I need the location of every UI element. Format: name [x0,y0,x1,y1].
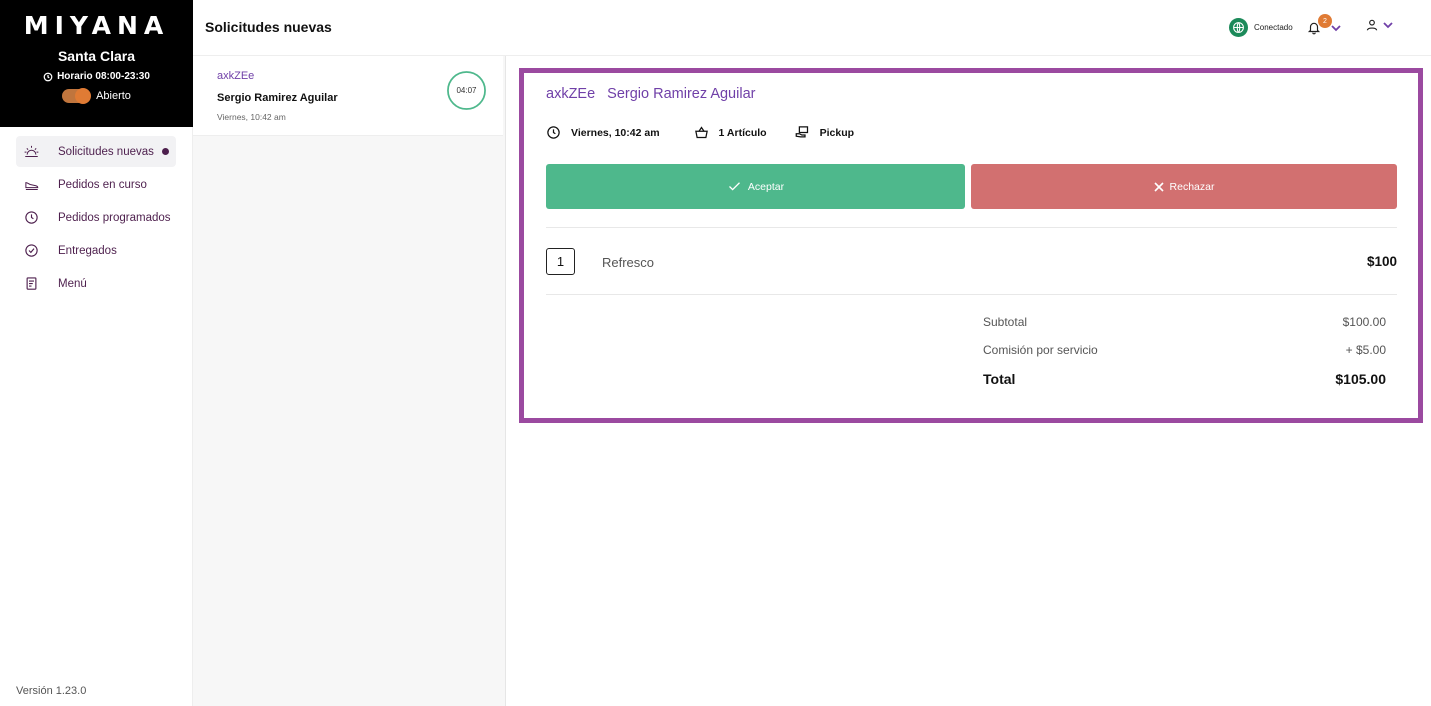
subtotal-row: Subtotal $100.00 [983,315,1386,329]
divider [546,294,1397,295]
sidebar-item-label: Entregados [58,244,117,257]
top-header: Solicitudes nuevas Conectado 2 [193,0,1431,56]
order-title: axkZEe Sergio Ramirez Aguilar [546,86,755,102]
reject-label: Rechazar [1169,180,1215,193]
order-code: axkZEe [546,86,596,102]
open-toggle[interactable] [62,88,92,104]
pickup-hand-icon [795,126,808,138]
logo: MIYANA [23,11,170,40]
menu-book-icon [23,276,39,292]
unread-dot [162,148,169,155]
sidebar: MIYANA Santa Clara Horario 08:00-23:30 A… [0,0,193,706]
notifications-button[interactable]: 2 [1307,14,1347,38]
clock-icon [547,126,560,139]
sidebar-nav: Solicitudes nuevas Pedidos en curso Pedi… [0,127,192,299]
sidebar-item-label: Pedidos en curso [58,178,147,191]
brand-panel: MIYANA Santa Clara Horario 08:00-23:30 A… [0,0,193,127]
hours-label: Horario 08:00-23:30 [57,71,150,82]
order-code: axkZEe [217,70,255,82]
basket-icon [694,126,708,139]
order-time: Viernes, 10:42 am [217,112,286,122]
articles-count: 1 Artículo [718,126,767,139]
clock-icon [23,210,39,226]
sidebar-item-entregados[interactable]: Entregados [16,235,176,266]
status-label: Conectado [1254,23,1293,32]
customer-name: Sergio Ramirez Aguilar [607,86,756,102]
sidebar-item-label: Solicitudes nuevas [58,145,154,158]
close-icon [1153,181,1164,192]
store-hours: Horario 08:00-23:30 [0,71,193,82]
sidebar-item-solicitudes-nuevas[interactable]: Solicitudes nuevas [16,136,176,167]
clock-icon [43,72,53,81]
reject-button[interactable]: Rechazar [971,164,1397,209]
subtotal-label: Subtotal [983,315,1028,329]
fee-label: Comisión por servicio [983,343,1098,357]
open-label: Abierto [96,90,131,102]
meta-delivery: Pickup [795,125,854,140]
total-label: Total [983,371,1016,387]
sidebar-item-label: Menú [58,277,87,290]
order-card[interactable]: axkZEe Sergio Ramirez Aguilar Viernes, 1… [193,56,503,136]
order-detail-card: axkZEe Sergio Ramirez Aguilar Viernes, 1… [519,68,1423,423]
order-datetime: Viernes, 10:42 am [571,126,660,139]
open-status: Abierto [0,88,193,104]
sidebar-item-menu[interactable]: Menú [16,268,176,299]
order-totals: Subtotal $100.00 Comisión por servicio +… [983,315,1386,401]
order-meta: Viernes, 10:42 am 1 Artículo Pickup [546,125,854,140]
user-menu-button[interactable] [1365,18,1393,32]
item-name: Refresco [602,255,655,270]
customer-name: Sergio Ramirez Aguilar [217,92,338,104]
check-icon [728,182,740,191]
item-quantity: 1 [546,248,575,275]
connection-status: Conectado [1229,18,1293,37]
notification-badge: 2 [1318,14,1332,28]
globe-icon [1229,18,1248,37]
fee-row: Comisión por servicio + $5.00 [983,343,1386,357]
sidebar-item-pedidos-en-curso[interactable]: Pedidos en curso [16,169,176,200]
user-icon [1366,19,1378,31]
meta-datetime: Viernes, 10:42 am [546,125,660,140]
countdown-timer: 04:07 [446,70,487,111]
subtotal-value: $100.00 [1342,315,1386,329]
accept-label: Aceptar [747,180,785,193]
fee-value: + $5.00 [1345,343,1386,357]
page-title: Solicitudes nuevas [205,19,332,35]
sunrise-icon [23,144,39,160]
chevron-down-icon [1383,22,1393,29]
timer-value: 04:07 [456,86,477,95]
check-circle-icon [23,243,39,259]
chevron-down-icon [1331,25,1341,32]
version-label: Versión 1.23.0 [16,685,87,697]
divider [546,227,1397,228]
sidebar-item-label: Pedidos programados [58,211,171,224]
total-row: Total $105.00 [983,371,1386,387]
accept-button[interactable]: Aceptar [546,164,965,209]
list-item: 1 Refresco $100 [546,247,1397,277]
shoe-icon [23,177,39,193]
sidebar-item-pedidos-programados[interactable]: Pedidos programados [16,202,176,233]
orders-list: axkZEe Sergio Ramirez Aguilar Viernes, 1… [193,56,505,706]
total-value: $105.00 [1335,371,1386,387]
meta-articles: 1 Artículo [694,125,767,140]
delivery-type: Pickup [819,126,855,139]
store-name: Santa Clara [57,48,136,64]
item-price: $100 [1366,254,1397,269]
order-detail-panel: axkZEe Sergio Ramirez Aguilar Viernes, 1… [505,56,1431,706]
